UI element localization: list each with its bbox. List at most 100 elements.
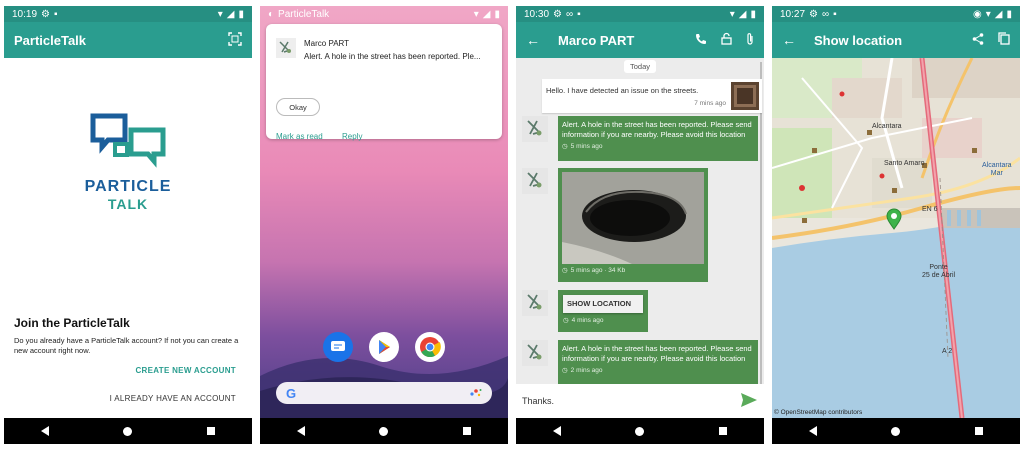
nav-bar: [260, 418, 508, 444]
wifi-icon: ▾: [729, 8, 735, 20]
google-search-bar[interactable]: G: [276, 382, 492, 404]
chrome-icon[interactable]: [415, 332, 445, 362]
location-marker-icon[interactable]: [886, 208, 902, 235]
message-time: 2 mins ago: [570, 367, 603, 374]
back-nav-icon[interactable]: [553, 426, 562, 436]
recents-nav-icon[interactable]: [206, 427, 215, 435]
sender-avatar: [522, 116, 548, 142]
message-time: 5 mins ago · 34 Kb: [570, 267, 626, 274]
message-time: 4 mins ago: [571, 317, 604, 324]
share-icon[interactable]: [972, 32, 984, 48]
wifi-icon: ▾: [985, 8, 991, 20]
lock-icon[interactable]: [721, 32, 732, 48]
app-bar: ← Marco PART: [516, 22, 764, 58]
incoming-image-message[interactable]: ◷ 5 mins ago · 34 Kb: [558, 168, 708, 282]
notification-card[interactable]: Marco PART Alert. A hole in the street h…: [266, 24, 502, 141]
notification-message: Alert. A hole in the street has been rep…: [304, 52, 481, 61]
sim-status-icon: ▪: [54, 8, 58, 20]
home-nav-icon[interactable]: [635, 426, 645, 436]
status-time: 10:27: [780, 8, 806, 20]
assistant-icon[interactable]: [470, 384, 482, 402]
have-account-button[interactable]: I ALREADY HAVE AN ACCOUNT: [110, 394, 236, 403]
signal-icon: ◢: [482, 8, 491, 20]
signal-icon: ◢: [226, 8, 235, 20]
map-view[interactable]: Santo Amaro Alcantara Alcantara Mar Pont…: [772, 58, 1020, 418]
settings-status-icon: ⚙: [41, 8, 50, 20]
map-label-road-a2: A 2: [942, 348, 953, 355]
nav-bar: [772, 418, 1020, 444]
messages-app-icon[interactable]: [323, 332, 353, 362]
phone-screen-map: 10:27 ⚙ ∞ ▪ ◉ ▾ ◢ ▮ ← Show location Sant…: [772, 6, 1020, 444]
contact-name: Marco PART: [558, 32, 635, 48]
recents-nav-icon[interactable]: [718, 427, 727, 435]
app-bar: ParticleTalk: [4, 22, 252, 58]
reply-button[interactable]: Reply: [342, 132, 362, 141]
back-nav-icon[interactable]: [41, 426, 50, 436]
pothole-photo[interactable]: [562, 172, 704, 264]
battery-icon: ▮: [750, 8, 756, 20]
message-input[interactable]: Thanks.: [522, 396, 554, 406]
signal-icon: ◢: [738, 8, 747, 20]
okay-button[interactable]: Okay: [276, 98, 320, 116]
home-nav-icon[interactable]: [379, 426, 389, 436]
back-arrow-icon[interactable]: ←: [526, 32, 540, 48]
mark-as-read-button[interactable]: Mark as read: [276, 132, 323, 141]
recents-nav-icon[interactable]: [974, 427, 983, 435]
app-bar: ← Show location: [772, 22, 1020, 58]
chat-bubbles-logo-icon: [90, 113, 166, 168]
join-description: Do you already have a ParticleTalk accou…: [14, 336, 239, 355]
qr-scan-icon[interactable]: [228, 31, 242, 49]
clock-icon: ◷: [562, 143, 568, 150]
signal-icon: ◢: [994, 8, 1003, 20]
wifi-icon: ▾: [217, 8, 223, 20]
message-time: 5 mins ago: [570, 143, 603, 150]
status-bar: 10:30 ⚙ ∞ ▪ ▾ ◢ ▮: [516, 6, 764, 22]
battery-icon: ▮: [1006, 8, 1012, 20]
status-time: 10:19: [12, 8, 38, 20]
play-store-icon[interactable]: [369, 332, 399, 362]
home-nav-icon[interactable]: [123, 426, 133, 436]
back-nav-icon[interactable]: [809, 426, 818, 436]
phone-screen-chat: 10:30 ⚙ ∞ ▪ ▾ ◢ ▮ ← Marco PART Today Hel…: [516, 6, 764, 444]
attach-icon[interactable]: [746, 32, 754, 49]
app-status-icon: ◐: [268, 8, 275, 20]
clock-icon: ◷: [563, 317, 569, 324]
create-account-button[interactable]: CREATE NEW ACCOUNT: [135, 366, 236, 375]
back-arrow-icon[interactable]: ←: [782, 32, 796, 48]
location-status-icon: ◉: [973, 8, 982, 20]
incoming-location-message[interactable]: SHOW LOCATION ◷ 4 mins ago: [558, 290, 648, 332]
incoming-alert-message[interactable]: Alert. A hole in the street has been rep…: [558, 116, 758, 161]
outgoing-message[interactable]: Hello. I have detected an issue on the s…: [542, 79, 762, 113]
map-label-alcantara: Alcantara: [872, 123, 902, 130]
image-thumbnail[interactable]: [731, 82, 759, 110]
battery-icon: ▮: [494, 8, 500, 20]
logo-text-talk: TALK: [107, 196, 149, 212]
clock-icon: ◷: [562, 367, 568, 374]
send-icon[interactable]: [740, 392, 758, 410]
recents-nav-icon[interactable]: [462, 427, 471, 435]
sim-status-icon: ▪: [577, 8, 581, 20]
phone-screen-notification: ◐ ParticleTalk ▾ ◢ ▮ Marco PART Alert. A…: [260, 6, 508, 444]
battery-icon: ▮: [238, 8, 244, 20]
home-nav-icon[interactable]: [891, 426, 901, 436]
map-label-road-en6: EN 6: [922, 206, 938, 213]
date-chip: Today: [516, 60, 764, 73]
join-title: Join the ParticleTalk: [14, 316, 130, 330]
message-text: Alert. A hole in the street has been rep…: [562, 120, 752, 139]
sender-avatar: [522, 290, 548, 316]
wifi-icon: ▾: [473, 8, 479, 20]
link-status-icon: ∞: [822, 8, 830, 20]
show-location-button[interactable]: SHOW LOCATION: [563, 295, 643, 313]
back-nav-icon[interactable]: [297, 426, 306, 436]
phone-icon[interactable]: [695, 33, 707, 48]
settings-status-icon: ⚙: [553, 8, 562, 20]
screen-title: Show location: [814, 32, 903, 48]
incoming-alert-message[interactable]: Alert. A hole in the street has been rep…: [558, 340, 758, 385]
clock-icon: ◷: [562, 267, 568, 274]
copy-icon[interactable]: [998, 32, 1010, 48]
sender-avatar: [522, 168, 548, 194]
map-label-alcantara-mar: Alcantara Mar: [982, 162, 1012, 177]
message-composer: Thanks.: [516, 384, 764, 418]
app-dock: [260, 332, 508, 362]
message-text: Hello. I have detected an issue on the s…: [546, 86, 699, 95]
